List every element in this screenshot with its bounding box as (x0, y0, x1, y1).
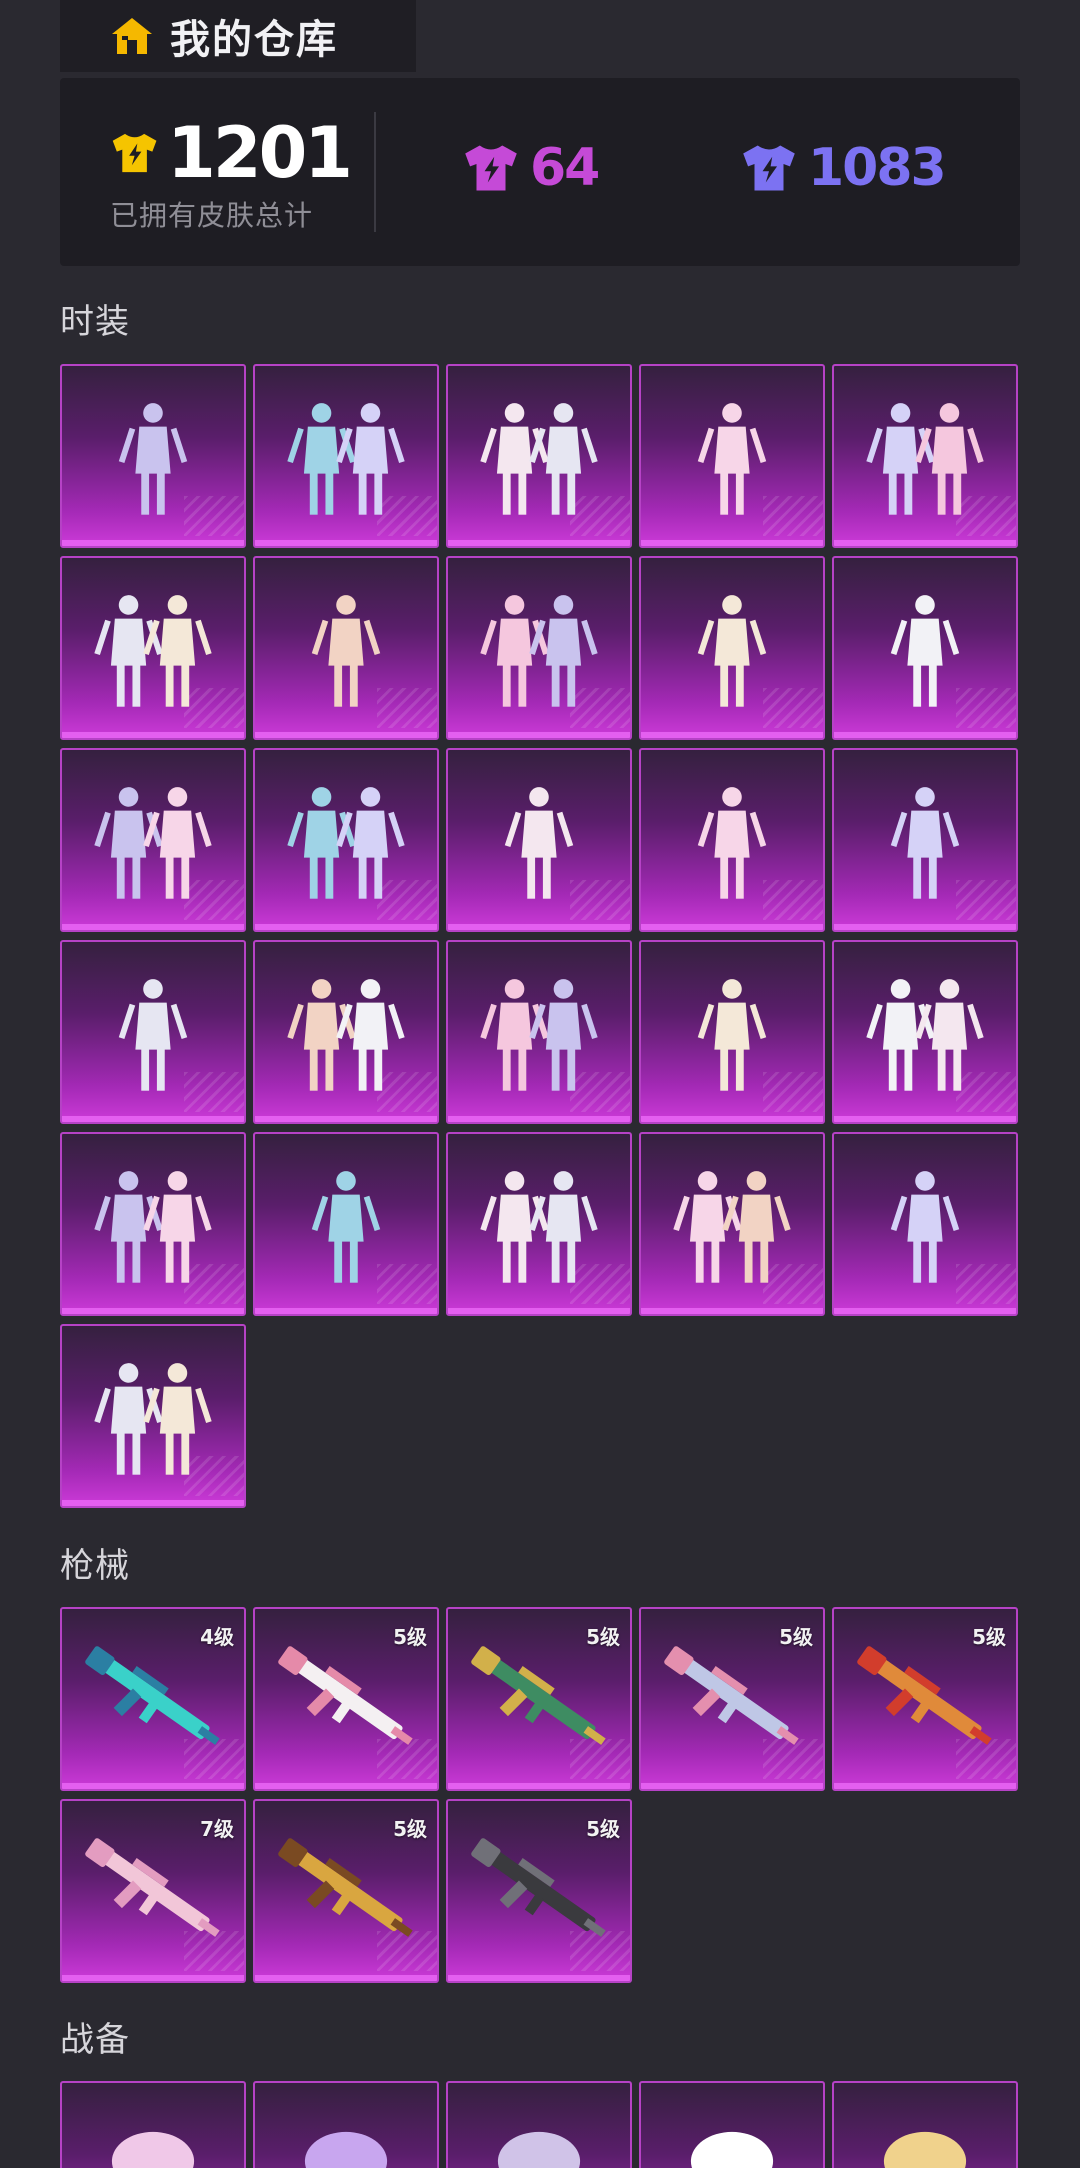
page-title: 我的仓库 (170, 17, 338, 63)
fashion-item-tile[interactable] (253, 556, 439, 740)
gear-item-icon (690, 2131, 774, 2168)
outfit-icon (311, 1171, 381, 1283)
outfit-icon (94, 1363, 212, 1475)
skin-summary-panel: 1201 已拥有皮肤总计 64 1083 (60, 78, 1020, 266)
weapon-item-tile[interactable]: 5级 (253, 1799, 439, 1983)
outfit-icon (866, 403, 984, 515)
total-skin-count: 1201 (167, 112, 353, 194)
fashion-item-tile[interactable] (639, 556, 825, 740)
home-icon (112, 18, 152, 54)
weapon-item-tile[interactable]: 5级 (253, 1607, 439, 1791)
fashion-item-tile[interactable] (832, 940, 1018, 1124)
blue-skin-count: 1083 (808, 138, 947, 198)
weapon-level-badge: 5级 (393, 1625, 427, 1649)
outfit-icon (94, 787, 212, 899)
weapon-level-badge: 5级 (586, 1817, 620, 1841)
outfit-icon (697, 787, 767, 899)
section-title-fashion: 时装 (60, 302, 130, 342)
total-skins-block: 1201 已拥有皮肤总计 (110, 112, 353, 234)
fashion-item-tile[interactable] (446, 940, 632, 1124)
section-title-gear: 战备 (60, 2020, 130, 2060)
fashion-item-tile[interactable] (253, 748, 439, 932)
outfit-icon (480, 403, 598, 515)
outfit-icon (697, 595, 767, 707)
outfit-icon (890, 595, 960, 707)
outfit-icon (480, 595, 598, 707)
section-title-weapons: 枪械 (60, 1546, 130, 1586)
weapon-item-tile[interactable]: 5级 (446, 1607, 632, 1791)
blue-skin-stat: 1083 (740, 138, 947, 198)
fashion-item-tile[interactable] (832, 364, 1018, 548)
outfit-icon (118, 403, 188, 515)
outfit-icon (311, 595, 381, 707)
gear-item-tile[interactable] (446, 2081, 632, 2168)
fashion-item-tile[interactable] (832, 748, 1018, 932)
weapon-item-tile[interactable]: 7级 (60, 1799, 246, 1983)
gear-item-tile[interactable] (60, 2081, 246, 2168)
gear-item-icon (304, 2131, 388, 2168)
outfit-icon (673, 1171, 791, 1283)
fashion-item-tile[interactable] (253, 1132, 439, 1316)
outfit-icon (287, 403, 405, 515)
outfit-icon (118, 979, 188, 1091)
fashion-grid (60, 364, 1020, 1512)
gear-item-icon (111, 2131, 195, 2168)
fashion-item-tile[interactable] (60, 1132, 246, 1316)
fashion-item-tile[interactable] (639, 748, 825, 932)
page-header: 我的仓库 (60, 0, 416, 72)
weapon-item-tile[interactable]: 5级 (832, 1607, 1018, 1791)
fashion-item-tile[interactable] (832, 1132, 1018, 1316)
fashion-item-tile[interactable] (253, 364, 439, 548)
fashion-item-tile[interactable] (639, 940, 825, 1124)
fashion-item-tile[interactable] (832, 556, 1018, 740)
gear-grid (60, 2081, 1020, 2168)
outfit-icon (94, 1171, 212, 1283)
gear-item-tile[interactable] (253, 2081, 439, 2168)
outfit-icon (890, 1171, 960, 1283)
outfit-icon (480, 979, 598, 1091)
outfit-icon (287, 979, 405, 1091)
weapon-level-badge: 5级 (972, 1625, 1006, 1649)
purple-skin-stat: 64 (462, 138, 600, 198)
weapon-item-tile[interactable]: 5级 (446, 1799, 632, 1983)
gold-shirt-icon (112, 133, 157, 173)
summary-divider (374, 112, 376, 232)
fashion-item-tile[interactable] (639, 1132, 825, 1316)
fashion-item-tile[interactable] (639, 364, 825, 548)
gear-item-tile[interactable] (832, 2081, 1018, 2168)
blue-shirt-icon (743, 145, 795, 191)
purple-skin-count: 64 (530, 138, 600, 198)
gear-item-icon (883, 2131, 967, 2168)
weapon-level-badge: 5级 (586, 1625, 620, 1649)
weapon-grid: 4级 5级 5级 5级 5级 7级 5级 5级 (60, 1607, 1020, 1987)
outfit-icon (480, 1171, 598, 1283)
outfit-icon (866, 979, 984, 1091)
outfit-icon (697, 979, 767, 1091)
fashion-item-tile[interactable] (253, 940, 439, 1124)
weapon-level-badge: 5级 (779, 1625, 813, 1649)
fashion-item-tile[interactable] (446, 556, 632, 740)
fashion-item-tile[interactable] (446, 748, 632, 932)
gear-item-tile[interactable] (639, 2081, 825, 2168)
fashion-item-tile[interactable] (60, 748, 246, 932)
fashion-item-tile[interactable] (60, 940, 246, 1124)
outfit-icon (504, 787, 574, 899)
weapon-level-badge: 7级 (200, 1817, 234, 1841)
fashion-item-tile[interactable] (60, 364, 246, 548)
outfit-icon (94, 595, 212, 707)
outfit-icon (287, 787, 405, 899)
fashion-item-tile[interactable] (446, 364, 632, 548)
purple-shirt-icon (465, 145, 517, 191)
fashion-item-tile[interactable] (446, 1132, 632, 1316)
weapon-level-badge: 5级 (393, 1817, 427, 1841)
weapon-item-tile[interactable]: 4级 (60, 1607, 246, 1791)
weapon-level-badge: 4级 (200, 1625, 234, 1649)
gear-item-icon (497, 2131, 581, 2168)
total-skin-label: 已拥有皮肤总计 (110, 199, 314, 232)
weapon-item-tile[interactable]: 5级 (639, 1607, 825, 1791)
outfit-icon (890, 787, 960, 899)
outfit-icon (697, 403, 767, 515)
fashion-item-tile[interactable] (60, 556, 246, 740)
fashion-item-tile[interactable] (60, 1324, 246, 1508)
